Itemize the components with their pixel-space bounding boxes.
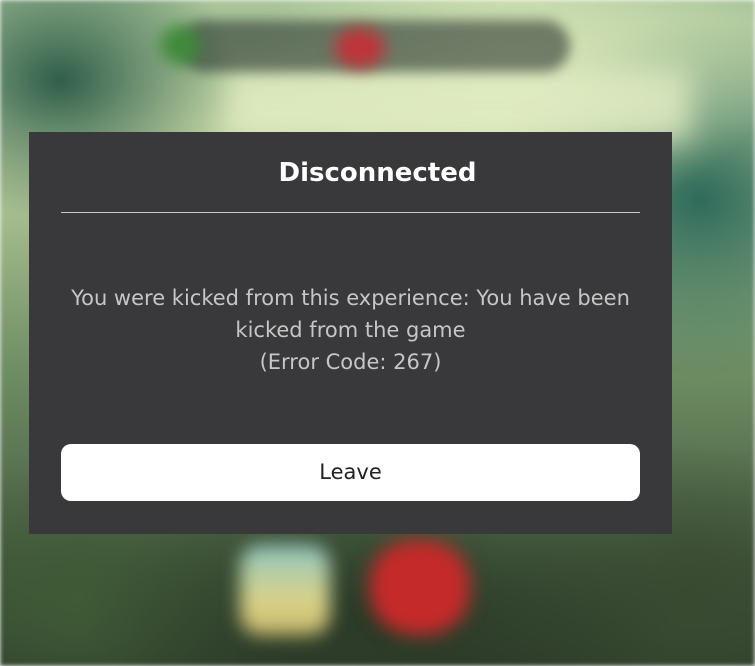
dialog-title: Disconnected xyxy=(278,158,477,188)
game-background-red-object xyxy=(370,540,470,635)
game-background-yellow-object xyxy=(240,545,330,635)
game-background-red-blob xyxy=(335,28,385,68)
dialog-message-line-2: kicked from the game xyxy=(235,318,466,342)
game-background-sky xyxy=(230,70,690,140)
dialog-divider xyxy=(61,212,640,213)
dialog-message: You were kicked from this experience: Yo… xyxy=(29,282,672,378)
dialog-message-line-1: You were kicked from this experience: Yo… xyxy=(71,286,630,310)
dialog-error-code: (Error Code: 267) xyxy=(259,350,442,374)
leave-button[interactable]: Leave xyxy=(61,444,640,501)
game-background-green-blob xyxy=(160,25,200,65)
